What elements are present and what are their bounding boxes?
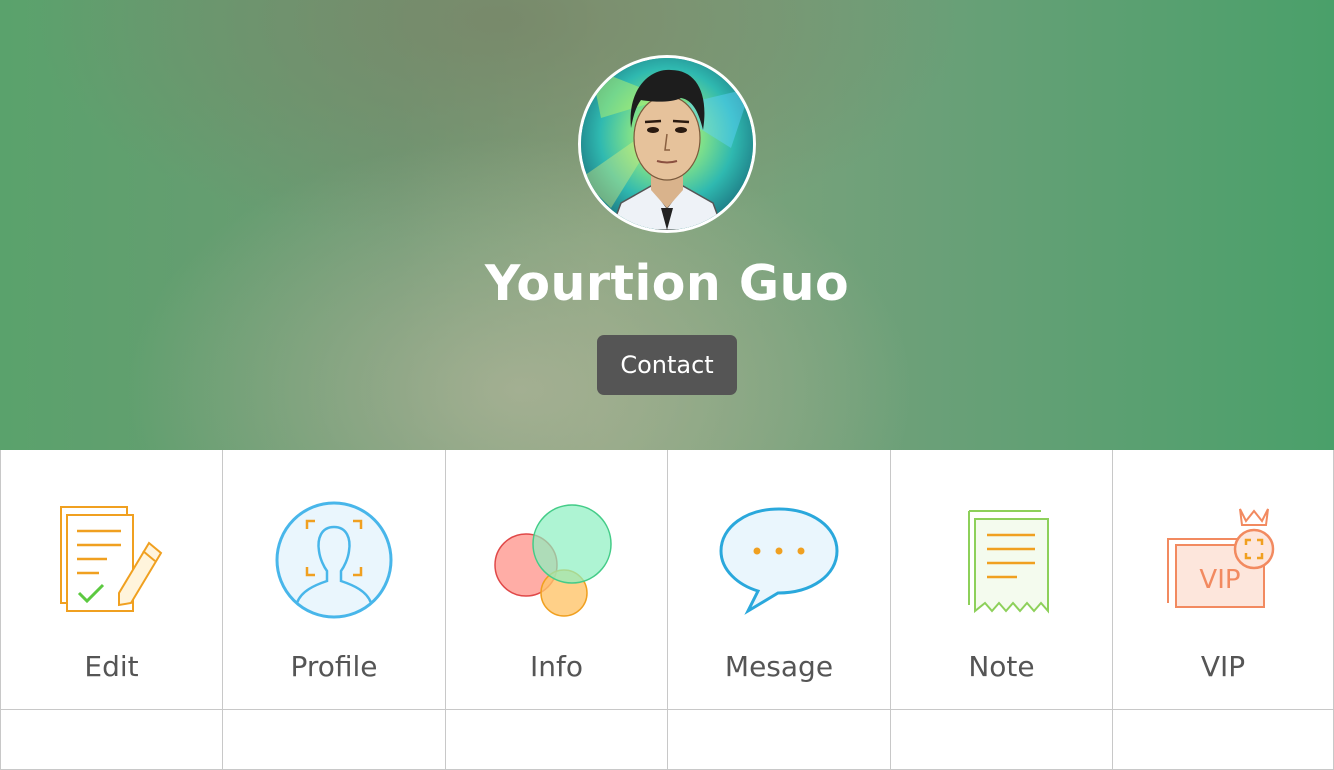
- menu-item-empty[interactable]: [891, 710, 1113, 770]
- menu-item-empty[interactable]: [668, 710, 891, 770]
- message-bubble-icon: [719, 507, 839, 615]
- menu-grid: Edit Profile Info Mesage Note VIP VIP: [0, 450, 1334, 770]
- menu-item-note[interactable]: Note: [891, 450, 1113, 710]
- menu-item-vip[interactable]: VIP VIP: [1113, 450, 1334, 710]
- menu-item-empty[interactable]: [1113, 710, 1334, 770]
- menu-item-label: Mesage: [724, 650, 834, 683]
- menu-item-label: Info: [530, 650, 583, 683]
- menu-item-empty[interactable]: [446, 710, 668, 770]
- note-receipt-icon: [967, 510, 1049, 614]
- menu-item-profile[interactable]: Profile: [223, 450, 446, 710]
- info-circles-icon: [493, 504, 612, 617]
- menu-item-label: VIP: [1200, 650, 1246, 683]
- svg-text:VIP: VIP: [1199, 565, 1240, 595]
- profile-face-icon: [275, 501, 393, 619]
- menu-item-mesage[interactable]: Mesage: [668, 450, 891, 710]
- menu-item-label: Note: [968, 650, 1035, 683]
- menu-item-empty[interactable]: [223, 710, 446, 770]
- edit-document-icon: [59, 506, 162, 612]
- contact-button[interactable]: Contact: [597, 335, 737, 395]
- menu-item-label: Profile: [290, 650, 378, 683]
- menu-item-info[interactable]: Info: [446, 450, 668, 710]
- vip-card-icon: VIP: [1167, 508, 1275, 608]
- profile-header: Yourtion Guo Contact: [0, 0, 1334, 450]
- menu-item-empty[interactable]: [0, 710, 223, 770]
- profile-name: Yourtion Guo: [484, 255, 850, 312]
- menu-item-edit[interactable]: Edit: [0, 450, 223, 710]
- avatar[interactable]: [578, 55, 756, 233]
- menu-item-label: Edit: [84, 650, 139, 683]
